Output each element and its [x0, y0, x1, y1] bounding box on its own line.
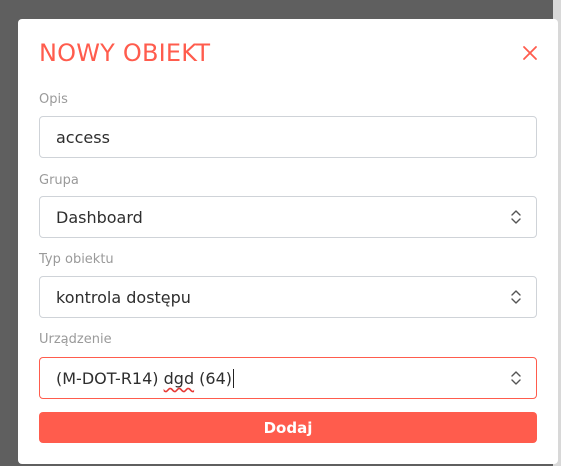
typ-obiektu-select[interactable]: kontrola dostępu — [39, 276, 537, 318]
urzadzenie-value: (M-DOT-R14) dgd (64) — [56, 369, 235, 388]
opis-input[interactable]: access — [39, 116, 537, 158]
grupa-label: Grupa — [39, 173, 79, 188]
grupa-select[interactable]: Dashboard — [39, 196, 537, 238]
misspelled-word: dgd — [163, 369, 195, 388]
urzadzenie-value-prefix: (M-DOT-R14) — [56, 369, 164, 388]
urzadzenie-label: Urządzenie — [39, 332, 112, 347]
close-icon[interactable] — [522, 45, 538, 61]
select-arrows-icon — [511, 210, 521, 224]
opis-value: access — [56, 128, 110, 147]
typ-obiektu-label: Typ obiektu — [39, 252, 114, 267]
add-button[interactable]: Dodaj — [39, 412, 537, 443]
typ-obiektu-value: kontrola dostępu — [56, 288, 191, 307]
select-arrows-icon — [511, 371, 521, 385]
modal-title: NOWY OBIEKT — [39, 39, 211, 67]
text-cursor — [233, 369, 235, 388]
urzadzenie-select[interactable]: (M-DOT-R14) dgd (64) — [39, 357, 537, 399]
grupa-value: Dashboard — [56, 208, 143, 227]
select-arrows-icon — [511, 290, 521, 304]
new-object-modal: NOWY OBIEKT Opis access Grupa Dashboard … — [18, 19, 558, 464]
urzadzenie-value-suffix: (64) — [194, 369, 233, 388]
opis-label: Opis — [39, 92, 68, 107]
